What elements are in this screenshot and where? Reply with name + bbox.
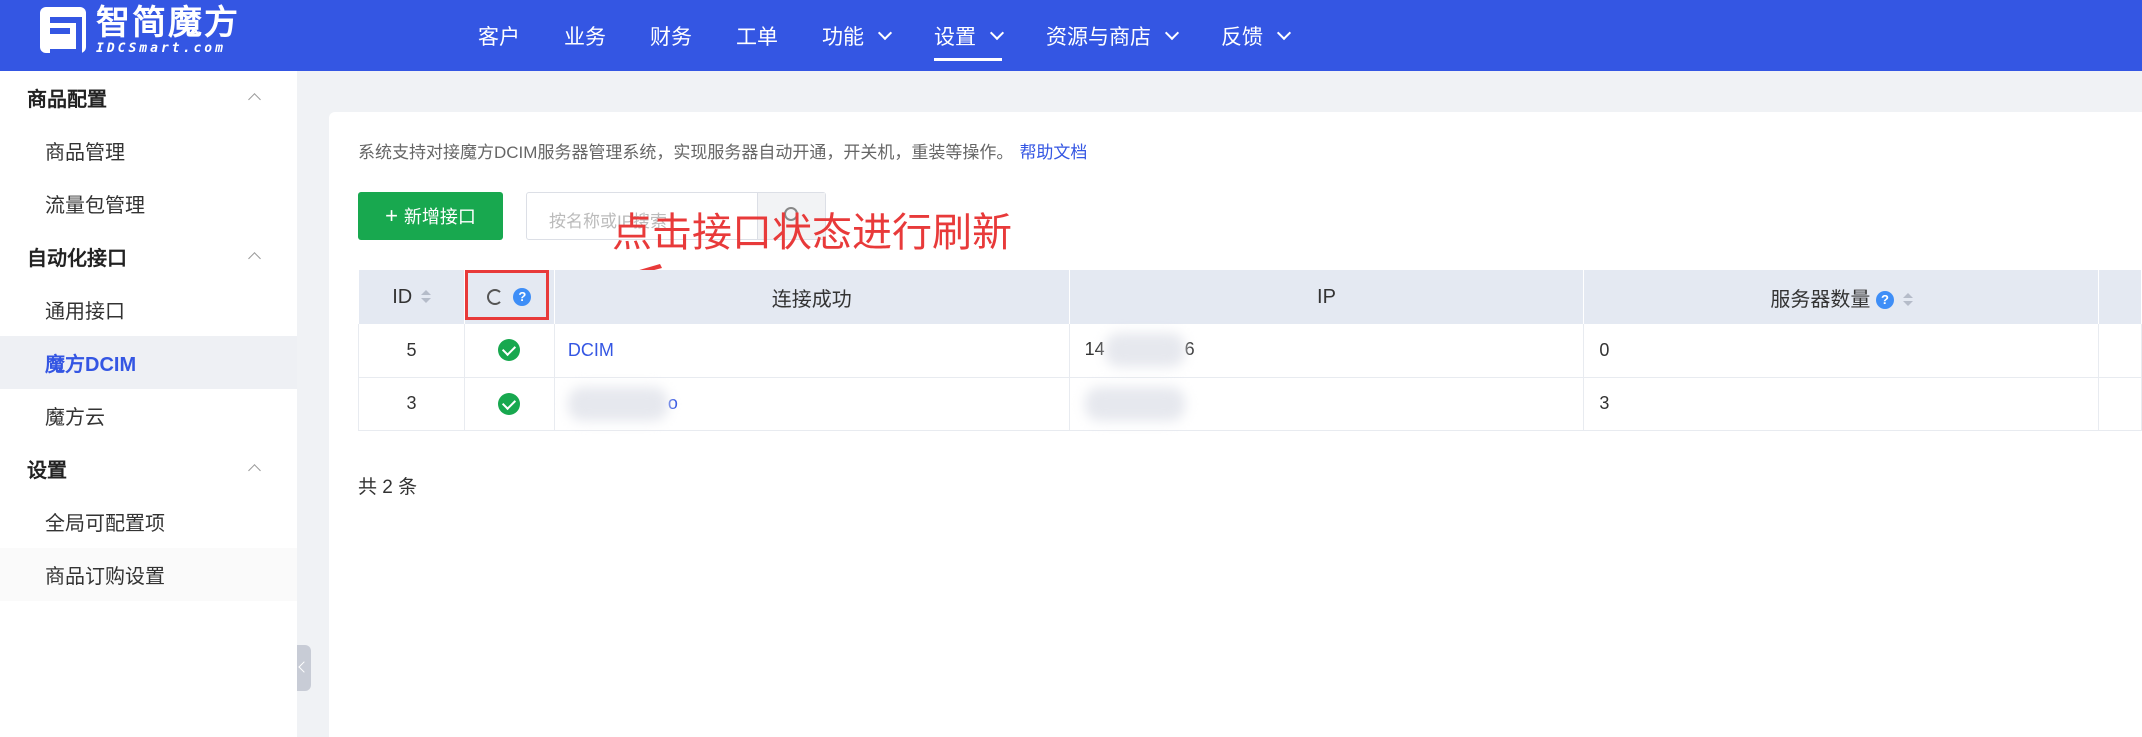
nav-customer[interactable]: 客户 [456, 0, 542, 71]
interface-table: ID ? 连接成功 IP 服务器数量 ? 5 DCIM 14 6 0 3 o 3 [358, 270, 2142, 431]
nav-ticket[interactable]: 工单 [714, 0, 800, 71]
help-icon[interactable]: ? [1875, 291, 1894, 310]
cell-count: 3 [1583, 377, 2099, 431]
cell-ip [1069, 377, 1585, 431]
chevron-up-icon [248, 93, 261, 106]
cell-more [2098, 324, 2142, 378]
cell-id: 5 [358, 324, 465, 378]
page-description: 系统支持对接魔方DCIM服务器管理系统，实现服务器自动开通，开关机，重装等操作。… [358, 138, 1087, 163]
nav-features[interactable]: 功能 [800, 0, 912, 71]
nav-label: 业务 [564, 25, 606, 49]
cell-more [2098, 377, 2142, 431]
cell-name: DCIM [554, 324, 1070, 378]
nav-label: 工单 [736, 25, 778, 49]
sidebar-item-mofang-cloud[interactable]: 魔方云 [0, 389, 297, 442]
group-title-label: 商品配置 [27, 89, 107, 111]
nav-label: 客户 [478, 25, 520, 49]
sidebar-item-label: 通用接口 [45, 301, 125, 323]
sidebar-item-traffic-package[interactable]: 流量包管理 [0, 177, 297, 230]
sidebar-item-label: 魔方DCIM [45, 354, 137, 376]
group-title-label: 自动化接口 [27, 248, 127, 270]
sidebar-item-label: 商品订购设置 [45, 566, 165, 588]
col-id[interactable]: ID [358, 270, 465, 324]
sort-icon[interactable] [420, 290, 432, 304]
table-row: 3 o 3 [358, 377, 2142, 431]
chevron-down-icon [989, 25, 1005, 40]
cell-ip: 14 6 [1069, 324, 1585, 378]
nav-label: 资源与商店 [1046, 25, 1151, 49]
brand-name-en: IDCSmart.com [96, 41, 226, 56]
cell-id: 3 [358, 377, 465, 431]
brand-logo[interactable]: 智简魔方 IDCSmart.com [40, 4, 240, 56]
nav-business[interactable]: 业务 [542, 0, 628, 71]
check-circle-icon[interactable] [498, 339, 521, 362]
redacted-region [1104, 333, 1185, 368]
col-label: 服务器数量 [1770, 288, 1871, 311]
sort-icon[interactable] [1902, 293, 1913, 307]
table-row: 5 DCIM 14 6 0 [358, 324, 2142, 378]
ip-prefix: 14 [1084, 339, 1105, 359]
sidebar-group-automation[interactable]: 自动化接口 [0, 230, 297, 283]
chevron-down-icon [1164, 25, 1180, 40]
nav-settings[interactable]: 设置 [912, 0, 1024, 71]
annotation-highlight-box [465, 270, 549, 320]
sidebar-item-label: 流量包管理 [45, 195, 145, 217]
brand-name-cn: 智简魔方 [96, 3, 240, 43]
group-title-label: 设置 [27, 460, 67, 482]
sidebar-item-label: 全局可配置项 [45, 513, 165, 535]
sidebar-group-settings[interactable]: 设置 [0, 442, 297, 495]
chevron-down-icon [877, 25, 893, 40]
help-doc-link[interactable]: 帮助文档 [1019, 143, 1087, 162]
interface-name-link[interactable]: o [668, 392, 678, 412]
nav-feedback[interactable]: 反馈 [1199, 0, 1311, 71]
chevron-up-icon [248, 464, 261, 477]
table-header-row: ID ? 连接成功 IP 服务器数量 ? [358, 270, 2142, 324]
col-label: ID [392, 285, 413, 308]
sidebar-item-order-settings[interactable]: 商品订购设置 [0, 548, 297, 601]
nav-resources-store[interactable]: 资源与商店 [1024, 0, 1199, 71]
nav-label: 设置 [934, 25, 976, 49]
redacted-region [1084, 386, 1185, 421]
col-label: IP [1317, 285, 1336, 308]
ip-suffix: 6 [1184, 339, 1195, 359]
redacted-region [567, 386, 668, 421]
sidebar-item-general-interface[interactable]: 通用接口 [0, 283, 297, 336]
sidebar-item-label: 魔方云 [45, 407, 105, 429]
nav-label: 功能 [822, 25, 864, 49]
cell-status[interactable] [464, 377, 555, 431]
col-server-count[interactable]: 服务器数量 ? [1583, 270, 2099, 324]
chevron-down-icon [1276, 25, 1292, 40]
sidebar: 商品配置 商品管理 流量包管理 自动化接口 通用接口 魔方DCIM 魔方云 设置… [0, 71, 297, 737]
col-name: 连接成功 [554, 270, 1070, 324]
nav-label: 财务 [650, 25, 692, 49]
annotation-text: 点击接口状态进行刷新 [612, 210, 1012, 256]
col-more [2098, 270, 2142, 324]
sidebar-item-global-config[interactable]: 全局可配置项 [0, 495, 297, 548]
cell-name: o [554, 377, 1070, 431]
col-label: 连接成功 [771, 288, 852, 311]
top-navbar: 智简魔方 IDCSmart.com 客户 业务 财务 工单 功能 设置 资源与商… [0, 0, 2142, 71]
plus-icon: + [385, 203, 398, 228]
cell-count: 0 [1583, 324, 2099, 378]
nav-finance[interactable]: 财务 [628, 0, 714, 71]
interface-name-link[interactable]: DCIM [568, 340, 614, 360]
chevron-up-icon [248, 252, 261, 265]
table-total: 共 2 条 [358, 477, 418, 498]
col-ip: IP [1069, 270, 1585, 324]
add-button-label: 新增接口 [403, 207, 476, 227]
nav-label: 反馈 [1221, 25, 1263, 49]
sidebar-item-label: 商品管理 [45, 142, 125, 164]
check-circle-icon[interactable] [498, 392, 521, 415]
add-interface-button[interactable]: + 新增接口 [358, 192, 503, 240]
sidebar-group-product-config[interactable]: 商品配置 [0, 71, 297, 124]
logo-icon [40, 7, 86, 55]
sidebar-collapse-handle[interactable] [297, 645, 311, 691]
sidebar-item-product-management[interactable]: 商品管理 [0, 124, 297, 177]
cell-status[interactable] [464, 324, 555, 378]
main-nav: 客户 业务 财务 工单 功能 设置 资源与商店 反馈 [456, 0, 1311, 71]
description-text: 系统支持对接魔方DCIM服务器管理系统，实现服务器自动开通，开关机，重装等操作。 [358, 143, 1014, 162]
sidebar-item-dcim[interactable]: 魔方DCIM [0, 336, 297, 389]
